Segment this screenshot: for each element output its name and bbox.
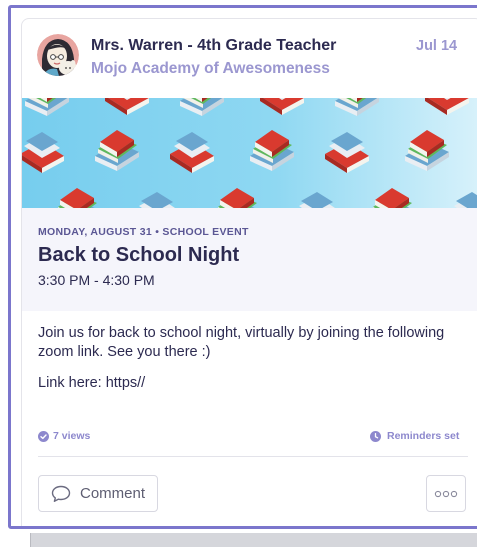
- post-body-link-line[interactable]: Link here: https//: [38, 374, 468, 393]
- reminders-label: Reminders set: [387, 430, 460, 442]
- post-header: Mrs. Warren - 4th Grade Teacher Mojo Aca…: [22, 19, 477, 99]
- background-strip: [30, 533, 477, 547]
- selection-frame: Mrs. Warren - 4th Grade Teacher Mojo Aca…: [8, 5, 477, 529]
- views-count[interactable]: 7 views: [38, 430, 90, 442]
- comment-button[interactable]: Comment: [38, 475, 158, 512]
- more-options-icon: [434, 490, 458, 497]
- views-label: 7 views: [53, 430, 91, 442]
- event-banner: [22, 98, 477, 208]
- comment-label: Comment: [80, 485, 146, 502]
- event-details: MONDAY, AUGUST 31 • SCHOOL EVENT Back to…: [22, 208, 477, 311]
- post-body: Join us for back to school night, virtua…: [38, 324, 468, 405]
- clock-icon: [370, 430, 381, 442]
- teacher-avatar-icon[interactable]: [37, 34, 79, 76]
- post-date: Jul 14: [416, 38, 458, 54]
- speech-bubble-icon: [51, 485, 71, 502]
- event-time: 3:30 PM - 4:30 PM: [38, 272, 155, 288]
- event-title[interactable]: Back to School Night: [38, 244, 239, 267]
- screen: Mrs. Warren - 4th Grade Teacher Mojo Aca…: [0, 0, 477, 547]
- author-name[interactable]: Mrs. Warren - 4th Grade Teacher: [91, 37, 336, 55]
- school-name[interactable]: Mojo Academy of Awesomeness: [91, 60, 330, 78]
- event-date-type: MONDAY, AUGUST 31 • SCHOOL EVENT: [38, 226, 249, 238]
- divider: [38, 456, 468, 457]
- post-body-paragraph: Join us for back to school night, virtua…: [38, 325, 445, 360]
- reminders-status[interactable]: Reminders set: [370, 430, 459, 442]
- more-options-button[interactable]: [426, 475, 466, 512]
- books-icon: [22, 98, 477, 208]
- post-card[interactable]: Mrs. Warren - 4th Grade Teacher Mojo Aca…: [21, 18, 477, 526]
- check-circle-icon: [38, 430, 49, 442]
